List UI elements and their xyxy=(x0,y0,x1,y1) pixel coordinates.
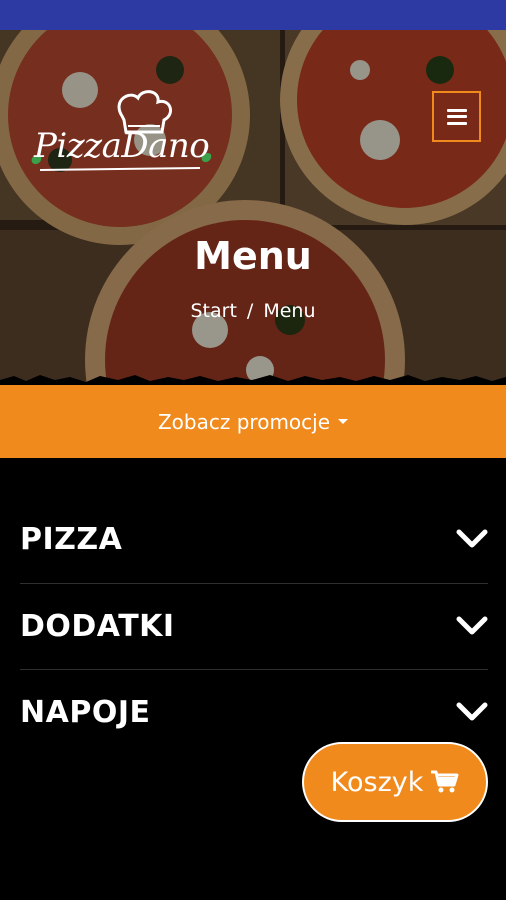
breadcrumb: Start / Menu xyxy=(0,300,506,322)
hero-overlay xyxy=(0,30,506,385)
cart-icon xyxy=(431,770,459,793)
brand-logo-text: PizzaDano xyxy=(34,126,210,166)
category-label: NAPOJE xyxy=(20,694,151,730)
category-label: DODATKI xyxy=(20,608,175,644)
category-dodatki[interactable]: DODATKI xyxy=(20,583,488,669)
status-bar xyxy=(0,0,506,30)
promotions-dropdown[interactable]: Zobacz promocje xyxy=(0,385,506,458)
hamburger-icon xyxy=(446,108,467,125)
chevron-down-icon xyxy=(456,529,488,548)
brand-logo[interactable]: PizzaDano xyxy=(30,88,220,198)
category-label: PIZZA xyxy=(20,521,123,557)
category-pizza[interactable]: PIZZA xyxy=(20,496,488,582)
breadcrumb-home-link[interactable]: Start xyxy=(191,300,237,322)
caret-down-icon xyxy=(338,419,349,424)
page-title: Menu xyxy=(194,234,312,278)
cart-button[interactable]: Koszyk xyxy=(302,742,488,822)
cart-label: Koszyk xyxy=(330,766,424,798)
chevron-down-icon xyxy=(456,702,488,721)
menu-toggle-button[interactable] xyxy=(432,91,481,142)
hero-banner: PizzaDano Menu Start / Menu xyxy=(0,30,506,385)
breadcrumb-current: Menu xyxy=(263,300,316,322)
breadcrumb-separator: / xyxy=(246,300,254,322)
promotions-label: Zobacz promocje xyxy=(157,409,331,434)
chevron-down-icon xyxy=(456,616,488,635)
